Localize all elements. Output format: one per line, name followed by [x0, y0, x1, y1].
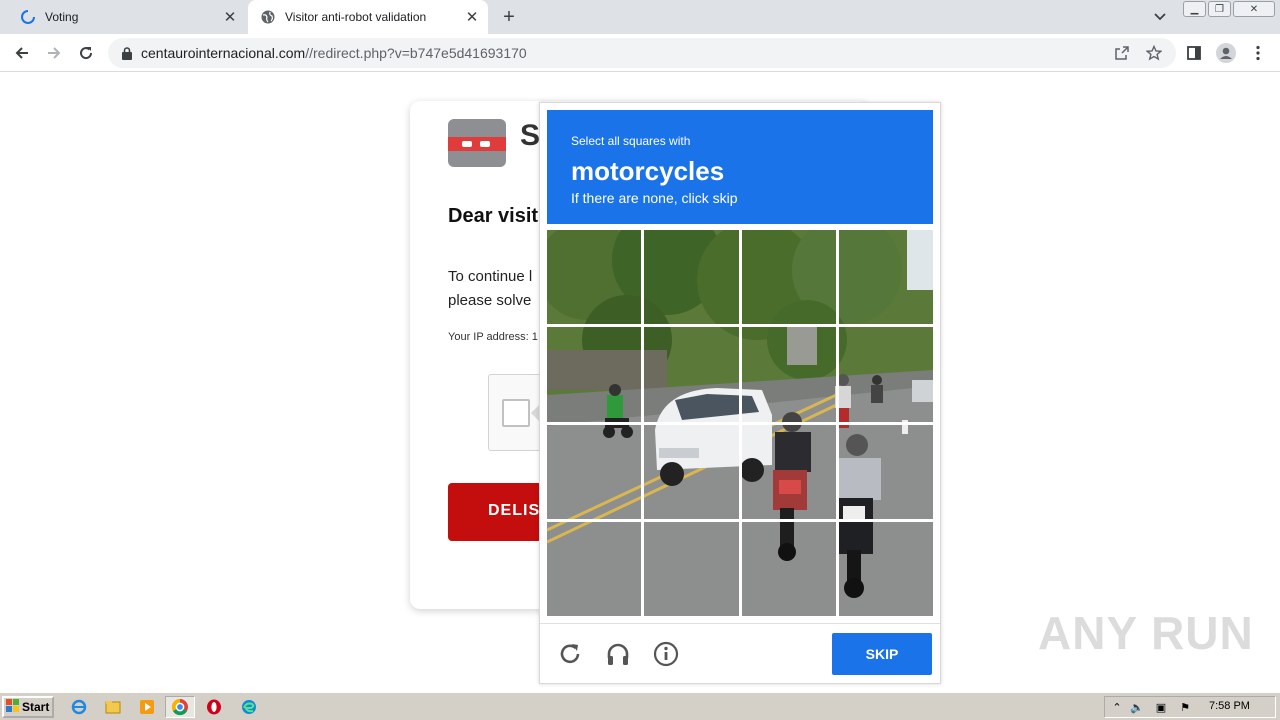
instruction-line-1: To continue l — [448, 268, 533, 285]
volume-icon[interactable]: 🔈 — [1129, 699, 1145, 715]
captcha-tile-r3-c1[interactable] — [547, 424, 642, 519]
captcha-tile-r1-c1[interactable] — [547, 230, 642, 325]
tray-expand-icon[interactable]: ⌃ — [1109, 699, 1125, 715]
info-icon[interactable] — [651, 639, 681, 669]
tab-visitor-validation[interactable]: Visitor anti-robot validation ✕ — [248, 0, 488, 34]
chrome-taskbar-icon[interactable] — [165, 696, 195, 718]
captcha-image-grid — [547, 230, 933, 616]
edge-icon[interactable] — [240, 698, 258, 716]
captcha-tile-r3-c4[interactable] — [838, 424, 933, 519]
address-bar[interactable]: centaurointernacional.com//redirect.php?… — [108, 38, 1176, 68]
delist-button[interactable]: DELIS — [448, 483, 548, 541]
captcha-tile-r4-c2[interactable] — [644, 521, 739, 616]
prompt-sub-text: If there are none, click skip — [571, 190, 738, 206]
reload-button[interactable] — [74, 41, 98, 65]
restore-button[interactable]: ❐ — [1208, 1, 1231, 17]
captcha-tile-r4-c4[interactable] — [838, 521, 933, 616]
url-text: centaurointernacional.com//redirect.php?… — [141, 45, 527, 61]
skip-button[interactable]: SKIP — [832, 633, 932, 675]
captcha-divider — [540, 623, 940, 624]
clock: 7:58 PM — [1209, 700, 1250, 712]
internet-explorer-icon[interactable] — [70, 698, 88, 716]
captcha-tile-r4-c1[interactable] — [547, 521, 642, 616]
url-host: centaurointernacional.com — [141, 45, 306, 61]
captcha-prompt-header: Select all squares with motorcycles If t… — [547, 110, 933, 224]
captcha-tile-r1-c3[interactable] — [741, 230, 836, 325]
forward-arrow-icon — [48, 47, 61, 59]
audio-headphones-icon[interactable] — [603, 639, 633, 669]
close-tab-icon[interactable]: ✕ — [220, 7, 240, 27]
prompt-small-text: Select all squares with — [571, 134, 691, 148]
refresh-icon[interactable] — [555, 639, 585, 669]
captcha-tile-r1-c2[interactable] — [644, 230, 739, 325]
close-window-button[interactable]: ✕ — [1233, 1, 1275, 17]
side-panel-icon[interactable] — [1182, 41, 1206, 65]
captcha-tile-r2-c4[interactable] — [838, 327, 933, 422]
logo-text: S — [520, 119, 541, 152]
page-heading: Dear visit — [448, 205, 539, 227]
captcha-tile-r1-c4[interactable] — [838, 230, 933, 325]
window-controls: ▁ ❐ ✕ — [1183, 1, 1276, 18]
tab-search-chevron-icon[interactable] — [1150, 7, 1170, 27]
media-player-icon[interactable] — [138, 698, 156, 716]
tab-label: Visitor anti-robot validation — [285, 10, 427, 24]
instruction-paragraph: To continue l please solve — [448, 265, 532, 313]
captcha-challenge: Select all squares with motorcycles If t… — [539, 102, 941, 684]
captcha-tile-r2-c1[interactable] — [547, 327, 642, 422]
bookmark-star-icon[interactable] — [1144, 43, 1164, 63]
share-icon[interactable] — [1112, 43, 1132, 63]
menu-kebab-icon[interactable] — [1246, 41, 1270, 65]
captcha-tile-r2-c2[interactable] — [644, 327, 739, 422]
tab-label: Voting — [45, 10, 79, 24]
back-arrow-icon — [15, 47, 28, 59]
file-explorer-icon[interactable] — [104, 698, 122, 716]
captcha-tile-r2-c3[interactable] — [741, 327, 836, 422]
lock-icon[interactable] — [120, 45, 134, 61]
ip-address-label: Your IP address: 1 — [448, 331, 538, 343]
browser-toolbar: centaurointernacional.com//redirect.php?… — [0, 34, 1280, 72]
loading-spinner-icon — [20, 9, 36, 25]
prompt-target-text: motorcycles — [571, 156, 725, 186]
captcha-tile-r4-c3[interactable] — [741, 521, 836, 616]
ninja-logo — [448, 119, 506, 167]
profile-avatar-icon[interactable] — [1214, 41, 1238, 65]
flag-notification-icon[interactable]: ⚑ — [1177, 699, 1193, 715]
anyrun-watermark: ANY RUN — [1038, 607, 1254, 659]
back-button[interactable] — [10, 41, 34, 65]
forward-button[interactable] — [42, 41, 66, 65]
minimize-button[interactable]: ▁ — [1183, 1, 1206, 17]
tab-voting[interactable]: Voting ✕ — [8, 0, 246, 34]
reload-icon — [80, 47, 93, 60]
windows-flag-icon — [6, 698, 20, 716]
start-label: Start — [22, 700, 50, 714]
system-tray: ⌃ 🔈 ▣ ⚑ 7:58 PM — [1104, 696, 1276, 718]
captcha-tile-r3-c3[interactable] — [741, 424, 836, 519]
url-path: //redirect.php?v=b747e5d41693170 — [305, 45, 527, 61]
globe-icon — [260, 9, 276, 25]
captcha-checkbox[interactable] — [502, 399, 530, 427]
captcha-tile-r3-c2[interactable] — [644, 424, 739, 519]
instruction-line-2: please solve — [448, 292, 532, 309]
new-tab-button[interactable]: + — [498, 6, 520, 28]
close-tab-icon[interactable]: ✕ — [462, 7, 482, 27]
start-button[interactable]: Start — [2, 696, 54, 718]
opera-icon[interactable] — [205, 698, 223, 716]
tab-strip: Voting ✕ Visitor anti-robot validation ✕… — [0, 0, 1280, 34]
network-icon[interactable]: ▣ — [1153, 699, 1169, 715]
taskbar: Start ⌃ 🔈 ▣ ⚑ 7:58 PM — [0, 692, 1280, 720]
